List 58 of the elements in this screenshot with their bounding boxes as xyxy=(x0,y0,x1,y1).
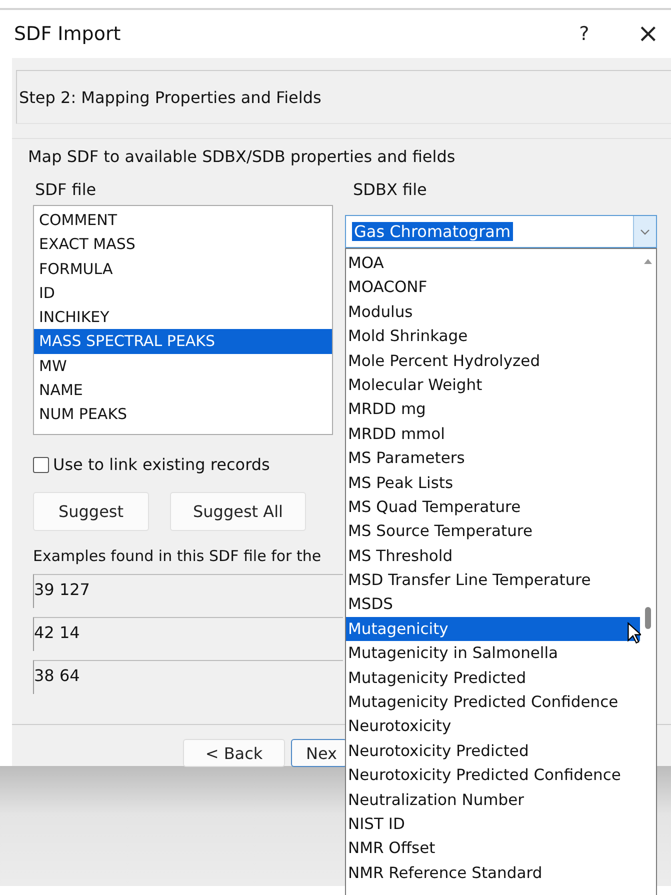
chevron-down-icon[interactable] xyxy=(633,216,656,247)
dropdown-option[interactable]: Molecular Weight xyxy=(346,372,640,398)
dropdown-option[interactable]: NMR Offset xyxy=(346,836,640,861)
dropdown-option[interactable]: MSD Transfer Line Temperature xyxy=(346,568,640,592)
dropdown-option[interactable]: Mold Shrinkage xyxy=(346,324,640,349)
mouse-pointer-icon xyxy=(627,622,641,644)
list-item[interactable]: ID xyxy=(34,280,332,306)
back-button[interactable]: < Back xyxy=(183,739,285,767)
scrollbar-thumb[interactable] xyxy=(645,607,651,629)
dropdown-value: Gas Chromatogram xyxy=(352,222,513,241)
example-field[interactable]: 42 14 xyxy=(33,617,343,651)
list-item[interactable]: MW xyxy=(34,354,332,378)
dropdown-option[interactable]: MOACONF xyxy=(346,275,640,300)
dropdown-option[interactable]: Mutagenicity in Salmonella xyxy=(346,641,640,666)
dropdown-option[interactable]: Mole Percent Hydrolyzed xyxy=(346,348,640,373)
dropdown-option[interactable]: Mutagenicity xyxy=(346,616,640,642)
dropdown-option[interactable]: Mutagenicity Predicted xyxy=(346,666,640,690)
dropdown-option[interactable]: Neurotoxicity xyxy=(346,714,640,739)
step-title: Step 2: Mapping Properties and Fields xyxy=(19,88,322,106)
dropdown-option[interactable]: MS Parameters xyxy=(346,446,640,471)
sdbx-field-dropdown[interactable]: Gas Chromatogram xyxy=(345,215,657,248)
dropdown-option[interactable]: MOA xyxy=(346,251,640,276)
list-item[interactable]: MASS SPECTRAL PEAKS xyxy=(34,329,332,354)
dropdown-option[interactable]: MS Peak Lists xyxy=(346,470,640,495)
suggest-button[interactable]: Suggest All xyxy=(170,492,306,531)
checkbox[interactable] xyxy=(33,456,49,472)
sdf-file-label: SDF file xyxy=(35,180,98,201)
sdbx-file-label: SDBX file xyxy=(353,180,427,201)
dropdown-option[interactable]: Neutralization Number xyxy=(346,788,640,812)
list-item[interactable]: COMMENT xyxy=(34,208,332,232)
dropdown-option[interactable]: MSDS xyxy=(346,592,640,617)
dropdown-option[interactable]: MS Threshold xyxy=(346,544,640,568)
dropdown-option[interactable]: MRDD mmol xyxy=(346,422,640,446)
list-item[interactable]: INCHIKEY xyxy=(34,305,332,330)
list-item[interactable]: NAME xyxy=(34,378,332,402)
dropdown-option[interactable]: MS Quad Temperature xyxy=(346,494,640,520)
dropdown-option[interactable]: MS Source Temperature xyxy=(346,519,640,544)
dropdown-option[interactable]: MRDD mg xyxy=(346,397,640,422)
dropdown-option[interactable]: NMR Reference Standard xyxy=(346,860,640,886)
scroll-up-icon[interactable] xyxy=(644,259,652,264)
list-item[interactable]: FORMULA xyxy=(34,256,332,281)
group-title: Map SDF to available SDBX/SDB properties and fields xyxy=(28,147,456,166)
list-item[interactable]: EXACT MASS xyxy=(34,232,332,257)
example-field[interactable]: 39 127 xyxy=(33,574,343,608)
list-item[interactable]: NUM PEAKS xyxy=(34,402,332,427)
checkbox-label: Use to link existing records xyxy=(53,455,270,474)
dropdown-option[interactable]: Modulus xyxy=(346,300,640,324)
dropdown-option[interactable]: Neurotoxicity Predicted Confidence xyxy=(346,763,640,788)
suggest-button[interactable]: Suggest xyxy=(33,492,149,531)
example-field[interactable]: 38 64 xyxy=(33,660,343,694)
help-button[interactable]: ? xyxy=(579,23,590,45)
dropdown-option[interactable]: Mutagenicity Predicted Confidence xyxy=(346,690,640,714)
next-button[interactable]: Nex xyxy=(291,739,347,767)
window-title: SDF Import xyxy=(14,23,121,45)
dropdown-option[interactable]: Neurotoxicity Predicted xyxy=(346,738,640,764)
examples-label: Examples found in this SDF file for the xyxy=(33,547,322,565)
close-button[interactable]: × xyxy=(637,19,659,49)
dropdown-option[interactable]: NIST ID xyxy=(346,812,640,836)
